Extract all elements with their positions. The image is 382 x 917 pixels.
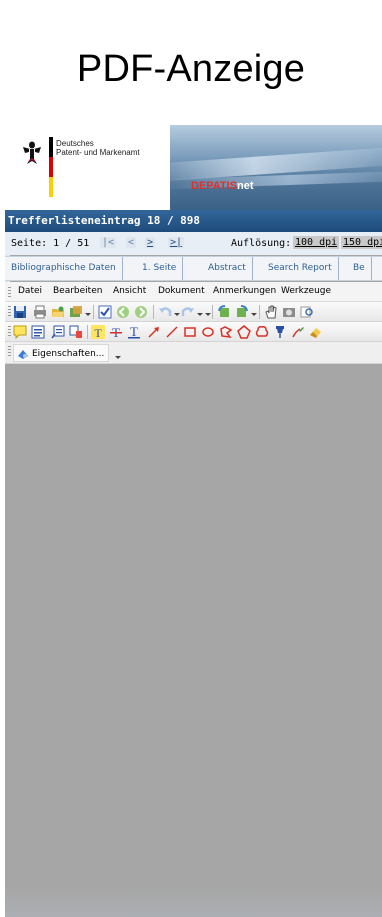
open-icon[interactable] xyxy=(51,305,65,319)
site-banner: Deutsches Patent- und Markenamt DEPATISn… xyxy=(5,125,382,210)
banner-image xyxy=(170,125,382,210)
zoom-icon[interactable] xyxy=(300,305,314,319)
undo-dropdown-icon[interactable] xyxy=(174,313,180,316)
menu-grip[interactable] xyxy=(8,287,11,298)
polygon-icon[interactable] xyxy=(219,325,233,339)
toolbar-separator xyxy=(259,305,260,319)
eraser-icon[interactable] xyxy=(309,325,323,339)
pin-icon[interactable] xyxy=(273,325,287,339)
properties-dropdown-icon[interactable] xyxy=(115,356,121,359)
cloud-icon[interactable] xyxy=(255,325,269,339)
menu-werkzeuge[interactable]: Werkzeuge xyxy=(281,286,331,296)
text-box-icon[interactable] xyxy=(31,325,45,339)
tab-abstract[interactable]: Abstract xyxy=(202,257,253,280)
page-info: Seite: 1 / 51 xyxy=(11,238,90,249)
stamp-icon[interactable] xyxy=(69,325,83,339)
menu-ansicht[interactable]: Ansicht xyxy=(113,286,146,296)
prev-page-button[interactable]: < xyxy=(126,237,137,248)
polygon-line-icon[interactable] xyxy=(237,325,251,339)
snapshot-icon[interactable] xyxy=(282,305,296,319)
dpi-option-100[interactable]: 100 dpi xyxy=(293,236,340,249)
org-line-1: Deutsches xyxy=(56,139,94,148)
next-page-button[interactable]: > xyxy=(145,237,156,248)
undo-icon[interactable] xyxy=(158,305,172,319)
page-navigation: Seite: 1 / 51 |< < > >| Auflösung: 100 d… xyxy=(5,232,382,255)
underline-icon[interactable]: T xyxy=(127,325,141,339)
rotate-left-icon[interactable] xyxy=(217,305,231,319)
properties-toolbar: Eigenschaften... xyxy=(5,342,382,364)
properties-button[interactable]: Eigenschaften... xyxy=(13,344,110,362)
brand-net: net xyxy=(237,180,254,192)
save-icon[interactable] xyxy=(13,305,27,319)
svg-text:T: T xyxy=(94,326,102,339)
properties-icon xyxy=(18,350,28,359)
redo-dropdown-icon[interactable] xyxy=(197,313,203,316)
check-icon[interactable] xyxy=(98,305,112,319)
toolbar-separator xyxy=(93,305,94,319)
toolbar-grip[interactable] xyxy=(8,306,11,318)
forward-icon[interactable] xyxy=(134,305,148,319)
export-icon[interactable] xyxy=(69,305,83,319)
slide-header: PDF-Anzeige xyxy=(0,0,382,125)
redo-icon[interactable] xyxy=(181,305,195,319)
results-entry-label: Trefferlisteneintrag 18 / 898 xyxy=(8,214,201,227)
export-dropdown-icon[interactable] xyxy=(85,313,91,316)
brand-depatis: DEPATIS xyxy=(191,180,238,192)
svg-text:T: T xyxy=(130,325,138,339)
menu-anmerkungen[interactable]: Anmerkungen xyxy=(213,286,276,296)
strikethrough-icon[interactable]: T xyxy=(109,325,123,339)
callout-icon[interactable] xyxy=(51,325,65,339)
results-entry-bar: Trefferlisteneintrag 18 / 898 xyxy=(5,210,382,232)
slide-title: PDF-Anzeige xyxy=(76,48,306,90)
tab-first-page[interactable]: 1. Seite xyxy=(136,257,184,280)
back-icon[interactable] xyxy=(116,305,130,319)
pencil-icon[interactable] xyxy=(291,325,305,339)
viewer-bottom-fade xyxy=(5,887,382,917)
rotate-right-icon[interactable] xyxy=(235,305,249,319)
dpma-logo[interactable]: Deutsches Patent- und Markenamt xyxy=(5,125,170,210)
print-icon[interactable] xyxy=(33,305,47,319)
rectangle-icon[interactable] xyxy=(183,325,197,339)
toolbar-overflow-icon[interactable] xyxy=(205,313,211,316)
standard-toolbar xyxy=(5,302,382,322)
note-icon[interactable] xyxy=(13,325,27,339)
toolbar-grip[interactable] xyxy=(8,346,11,358)
highlight-icon[interactable]: T xyxy=(91,325,105,339)
org-line-2: Patent- und Markenamt xyxy=(56,148,140,157)
line-icon[interactable] xyxy=(165,325,179,339)
menu-dokument[interactable]: Dokument xyxy=(158,286,205,296)
toolbar-grip[interactable] xyxy=(8,326,11,338)
pdf-viewer-screenshot: Deutsches Patent- und Markenamt DEPATISn… xyxy=(5,125,382,917)
resolution-label: Auflösung: xyxy=(231,238,292,249)
federal-eagle-icon xyxy=(23,141,41,164)
depatisnet-logo[interactable]: DEPATISnet xyxy=(191,180,254,192)
menu-bar: Datei Bearbeiten Ansicht Dokument Anmerk… xyxy=(5,282,382,302)
annotation-toolbar: T T T xyxy=(5,322,382,342)
dpi-option-150[interactable]: 150 dpi xyxy=(341,236,382,249)
tab-search-report[interactable]: Search Report xyxy=(262,257,339,280)
german-flag-bar xyxy=(49,137,53,197)
arrow-icon[interactable] xyxy=(147,325,161,339)
tab-bibliographic-data[interactable]: Bibliographische Daten xyxy=(5,257,123,280)
toolbar-separator xyxy=(87,325,88,339)
hand-tool-icon[interactable] xyxy=(264,305,278,319)
menu-bearbeiten[interactable]: Bearbeiten xyxy=(53,286,102,296)
document-view-area[interactable] xyxy=(5,364,382,917)
toolbar-separator xyxy=(153,305,154,319)
properties-label: Eigenschaften... xyxy=(32,349,105,359)
rotate-dropdown-icon[interactable] xyxy=(251,313,257,316)
menu-datei[interactable]: Datei xyxy=(18,286,42,296)
tab-truncated[interactable]: Be xyxy=(347,257,372,280)
last-page-button[interactable]: >| xyxy=(168,237,185,248)
oval-icon[interactable] xyxy=(201,325,215,339)
organization-name: Deutsches Patent- und Markenamt xyxy=(56,139,140,157)
first-page-button[interactable]: |< xyxy=(100,237,117,248)
toolbar-separator xyxy=(212,305,213,319)
document-tabs: Bibliographische Daten 1. Seite Abstract… xyxy=(5,256,382,281)
